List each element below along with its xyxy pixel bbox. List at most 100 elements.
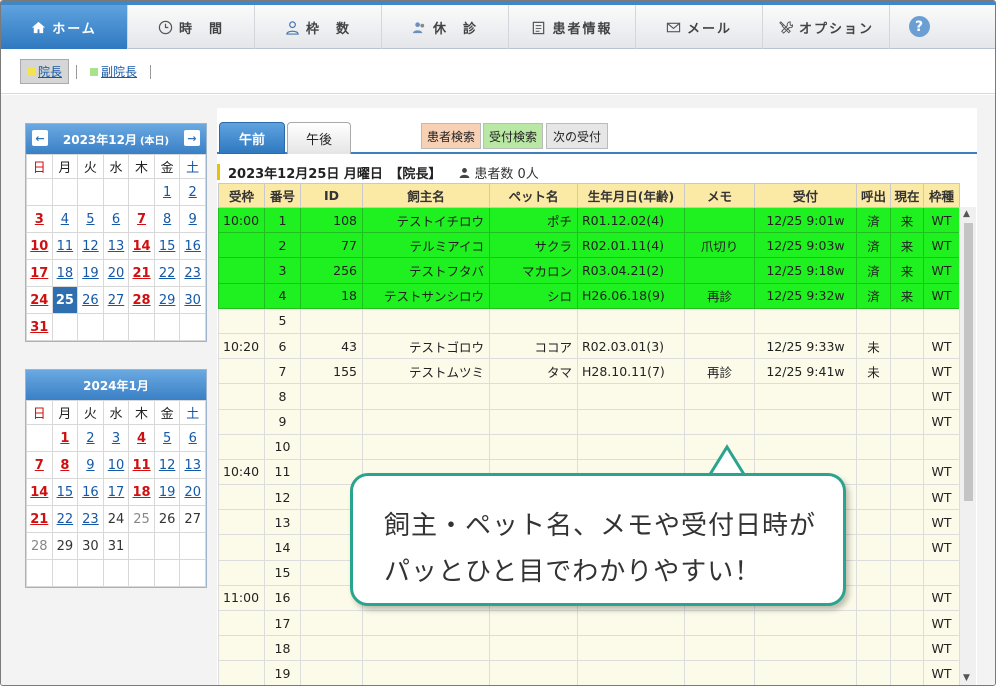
calendar-day[interactable]: 3 (102, 424, 130, 452)
calendar-day-link[interactable]: 4 (137, 431, 146, 446)
calendar-day-link[interactable]: 1 (60, 431, 69, 446)
table-row[interactable]: 17 WT (218, 609, 960, 637)
calendar-day[interactable]: 17 (26, 259, 53, 287)
calendar-day[interactable]: 5 (77, 205, 104, 233)
nav-home[interactable]: ホーム (1, 5, 128, 49)
calendar-day[interactable]: 6 (102, 205, 130, 233)
calendar-day-link[interactable]: 28 (132, 293, 150, 308)
calendar-day-link[interactable]: 21 (132, 266, 150, 281)
calendar-day-link[interactable]: 5 (163, 431, 171, 446)
calendar-day-link[interactable]: 6 (112, 212, 120, 227)
table-row[interactable]: 3 256 テストフタバ マカロン R03.04.21(2) 12/25 9:18w 済来 W… (218, 257, 960, 284)
calendar-day-link[interactable]: 24 (30, 293, 48, 308)
table-row[interactable]: 10:00 1 108 テストイチロウ ポチ R01.12.02(4) 12/25 9:01… (218, 206, 960, 234)
table-row[interactable]: 18 WT (218, 635, 960, 662)
calendar-day[interactable]: 18 (128, 478, 155, 506)
calendar-day[interactable]: 7 (128, 205, 155, 233)
calendar-day[interactable]: 26 (77, 286, 104, 314)
calendar-day[interactable]: 9 (179, 205, 206, 233)
calendar-day[interactable]: 8 (51, 451, 79, 479)
calendar-day[interactable]: 28 (128, 286, 155, 314)
calendar-day-link[interactable]: 15 (159, 239, 176, 254)
calendar-day-link[interactable]: 8 (163, 212, 171, 227)
calendar-day[interactable]: 16 (179, 232, 206, 260)
calendar-day-link[interactable]: 6 (189, 431, 197, 446)
calendar-day-link[interactable]: 12 (159, 458, 176, 473)
calendar-day-link[interactable]: 17 (30, 266, 48, 281)
calendar-day-link[interactable]: 19 (159, 485, 176, 500)
patient-search-button[interactable]: 患者検索 (421, 123, 481, 149)
reception-search-button[interactable]: 受付検索 (483, 123, 543, 149)
calendar-day[interactable]: 15 (153, 232, 181, 260)
calendar-day-link[interactable]: 27 (108, 293, 125, 308)
calendar-day-link[interactable]: 7 (35, 458, 44, 473)
nav-time[interactable]: 時 間 (128, 5, 255, 49)
calendar-day-link[interactable]: 26 (82, 293, 99, 308)
help-icon[interactable]: ? (908, 16, 930, 37)
calendar-day-link[interactable]: 2 (189, 185, 197, 200)
table-row[interactable]: 2 77 テルミアイコ サクラ R02.01.11(4) 爪切り 12/25 9:03w 済来… (218, 232, 960, 259)
calendar-day-link[interactable]: 1 (163, 185, 171, 200)
calendar-day-link[interactable]: 3 (112, 431, 120, 446)
calendar-day-link[interactable]: 22 (57, 512, 74, 527)
calendar-day-link[interactable]: 14 (132, 239, 150, 254)
calendar-day[interactable]: 21 (128, 259, 155, 287)
calendar-day-link[interactable]: 13 (108, 239, 125, 254)
calendar-day-link[interactable]: 4 (61, 212, 69, 227)
calendar-day-link[interactable]: 7 (137, 212, 146, 227)
calendar-day-link[interactable]: 10 (108, 458, 125, 473)
nav-patient-info[interactable]: 患者情報 (509, 5, 636, 49)
nav-mail[interactable]: メール (636, 5, 763, 49)
nav-slots[interactable]: 枠 数 (255, 5, 382, 49)
calendar-day[interactable]: 8 (153, 205, 181, 233)
calendar-day-link[interactable]: 23 (184, 266, 201, 281)
calendar-day-link[interactable]: 3 (35, 212, 44, 227)
scroll-down-icon[interactable]: ▼ (963, 673, 970, 683)
calendar-day-link[interactable]: 12 (82, 239, 99, 254)
table-row[interactable]: 10:20 6 43 テストゴロウ ココア R02.03.01(3) 12/25 9:33w… (218, 332, 960, 360)
calendar-day-link[interactable]: 9 (86, 458, 94, 473)
calendar-day-link[interactable]: 8 (60, 458, 69, 473)
calendar-day-link[interactable]: 20 (184, 485, 201, 500)
nav-help[interactable]: ? (890, 5, 948, 48)
calendar-day[interactable]: 16 (77, 478, 104, 506)
arrow-right-icon[interactable]: → (184, 130, 200, 146)
calendar-day-link[interactable]: 15 (57, 485, 74, 500)
calendar-day[interactable]: 14 (128, 232, 155, 260)
calendar-day-link[interactable]: 30 (184, 293, 201, 308)
tab-morning[interactable]: 午前 (219, 122, 285, 154)
calendar-day[interactable]: 14 (26, 478, 53, 506)
calendar-day-link[interactable]: 22 (159, 266, 176, 281)
calendar-day-link[interactable]: 19 (82, 266, 99, 281)
calendar-day-link[interactable]: 13 (184, 458, 201, 473)
calendar-day[interactable]: 4 (51, 205, 79, 233)
table-row[interactable]: 9 WT (218, 408, 960, 435)
calendar-day[interactable]: 23 (179, 259, 206, 287)
tab-afternoon[interactable]: 午後 (287, 122, 351, 154)
table-row[interactable]: 8 WT (218, 383, 960, 410)
calendar-day[interactable]: 20 (102, 259, 130, 287)
table-row[interactable]: 19 WT (218, 660, 960, 685)
calendar-day[interactable]: 10 (26, 232, 53, 260)
calendar-day[interactable]: 1 (51, 424, 79, 452)
calendar-day[interactable]: 2 (77, 424, 104, 452)
calendar-day-link[interactable]: 21 (30, 512, 48, 527)
calendar-day[interactable]: 29 (153, 286, 181, 314)
calendar-day[interactable]: 22 (153, 259, 181, 287)
calendar-day[interactable]: 2 (179, 178, 206, 206)
calendar-day[interactable]: 11 (51, 232, 79, 260)
calendar-day-link[interactable]: 11 (57, 239, 74, 254)
calendar-day-link[interactable]: 16 (82, 485, 99, 500)
calendar-day-link[interactable]: 9 (189, 212, 197, 227)
calendar-day-link[interactable]: 18 (57, 266, 74, 281)
calendar-day-link[interactable]: 14 (30, 485, 48, 500)
table-row[interactable]: 4 18 テストサンシロウ シロ H26.06.18(9) 再診 12/25 9:32w 済来… (218, 282, 960, 309)
calendar-day[interactable]: 31 (26, 313, 53, 341)
calendar-day[interactable]: 4 (128, 424, 155, 452)
calendar-day[interactable]: 18 (51, 259, 79, 287)
next-reception-button[interactable]: 次の受付 (546, 123, 608, 149)
calendar-day-link[interactable]: 31 (30, 320, 48, 335)
calendar-day[interactable]: 11 (128, 451, 155, 479)
calendar-day-link[interactable]: 18 (133, 485, 151, 500)
calendar-day[interactable]: 20 (179, 478, 206, 506)
